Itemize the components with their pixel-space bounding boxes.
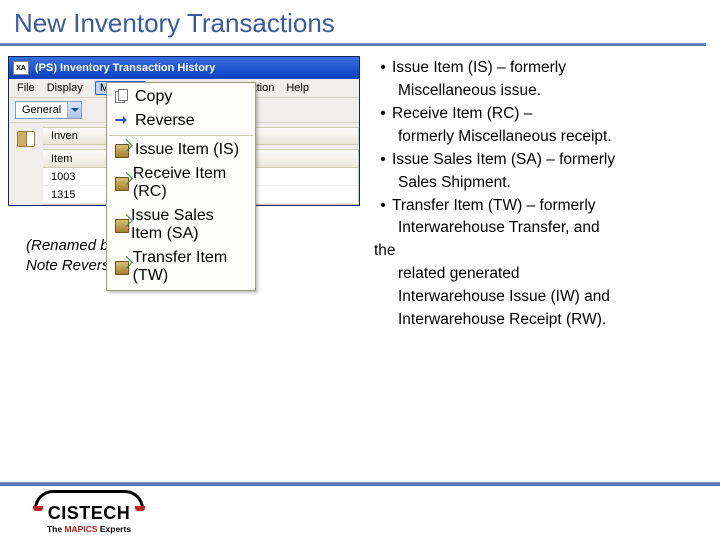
box-icon — [113, 259, 127, 275]
maintain-menu-popup: Copy Reverse Issue Item (IS) Receive Ite… — [106, 82, 256, 291]
view-combo-value: General — [16, 104, 67, 116]
window-titlebar: XA (PS) Inventory Transaction History — [9, 57, 359, 79]
bullet-item: • Transfer Item (TW) – formerly — [374, 196, 710, 217]
copy-icon — [113, 89, 129, 105]
menu-item-transfer-item[interactable]: Transfer Item (TW) — [109, 246, 253, 288]
menu-display[interactable]: Display — [47, 82, 83, 94]
menu-item-label: Issue Sales Item (SA) — [131, 207, 247, 243]
logo-tagline: The MAPICS Experts — [47, 524, 131, 534]
bullet-item: • Issue Item (IS) – formerly — [374, 58, 710, 79]
bullet-item: • Issue Sales Item (SA) – formerly — [374, 150, 710, 171]
box-icon — [113, 142, 129, 158]
reverse-icon — [113, 113, 129, 129]
left-column: XA (PS) Inventory Transaction History Fi… — [8, 56, 360, 333]
logo-arc-icon — [34, 490, 144, 509]
bullet-text: Transfer Item (TW) – formerly — [392, 196, 710, 217]
box-icon — [113, 175, 127, 191]
menu-item-label: Issue Item (IS) — [135, 141, 239, 159]
bullet-dot-icon: • — [374, 196, 392, 217]
bullet-text: Issue Sales Item (SA) – formerly — [392, 150, 710, 171]
title-rule — [0, 43, 706, 46]
chevron-down-icon[interactable] — [67, 102, 81, 118]
menu-item-label: Transfer Item (TW) — [133, 249, 247, 285]
bullet-dot-icon: • — [374, 150, 392, 171]
window-title: (PS) Inventory Transaction History — [35, 62, 215, 74]
bullet-continuation: Interwarehouse Transfer, and — [374, 218, 710, 239]
menu-item-label: Receive Item (RC) — [133, 165, 247, 201]
menu-item-reverse[interactable]: Reverse — [109, 109, 253, 133]
menu-item-receive-item[interactable]: Receive Item (RC) — [109, 162, 253, 204]
content-row: XA (PS) Inventory Transaction History Fi… — [0, 56, 720, 333]
menu-file[interactable]: File — [17, 82, 35, 94]
book-icon[interactable] — [15, 129, 37, 149]
bullet-text: Issue Item (IS) – formerly — [392, 58, 710, 79]
cistech-logo: CISTECH The MAPICS Experts — [14, 490, 164, 534]
app-window-wrap: XA (PS) Inventory Transaction History Fi… — [8, 56, 360, 206]
menu-item-label: Reverse — [135, 112, 195, 130]
bullet-continuation: Interwarehouse Receipt (RW). — [374, 310, 710, 331]
box-icon — [113, 217, 125, 233]
bullet-continuation: Interwarehouse Issue (IW) and — [374, 287, 710, 308]
bullet-list: • Issue Item (IS) – formerly Miscellaneo… — [360, 56, 710, 333]
footer-rule — [0, 482, 720, 486]
menu-item-issue-item[interactable]: Issue Item (IS) — [109, 138, 253, 162]
bullet-continuation: Miscellaneous issue. — [374, 81, 710, 102]
app-badge-icon: XA — [13, 61, 29, 75]
menu-separator — [109, 135, 253, 136]
left-strip — [9, 123, 43, 205]
bullet-continuation: formerly Miscellaneous receipt. — [374, 127, 710, 148]
menu-help[interactable]: Help — [286, 82, 309, 94]
slide-title: New Inventory Transactions — [0, 0, 720, 43]
bullet-continuation: the — [374, 241, 710, 262]
menu-item-copy[interactable]: Copy — [109, 85, 253, 109]
bullet-continuation: related generated — [374, 264, 710, 285]
bullet-continuation: Sales Shipment. — [374, 173, 710, 194]
bullet-dot-icon: • — [374, 104, 392, 125]
bullet-text: Receive Item (RC) – — [392, 104, 710, 125]
menu-item-issue-sales-item[interactable]: Issue Sales Item (SA) — [109, 204, 253, 246]
menu-item-label: Copy — [135, 88, 172, 106]
bullet-item: • Receive Item (RC) – — [374, 104, 710, 125]
bullet-dot-icon: • — [374, 58, 392, 79]
view-combo[interactable]: General — [15, 101, 82, 119]
